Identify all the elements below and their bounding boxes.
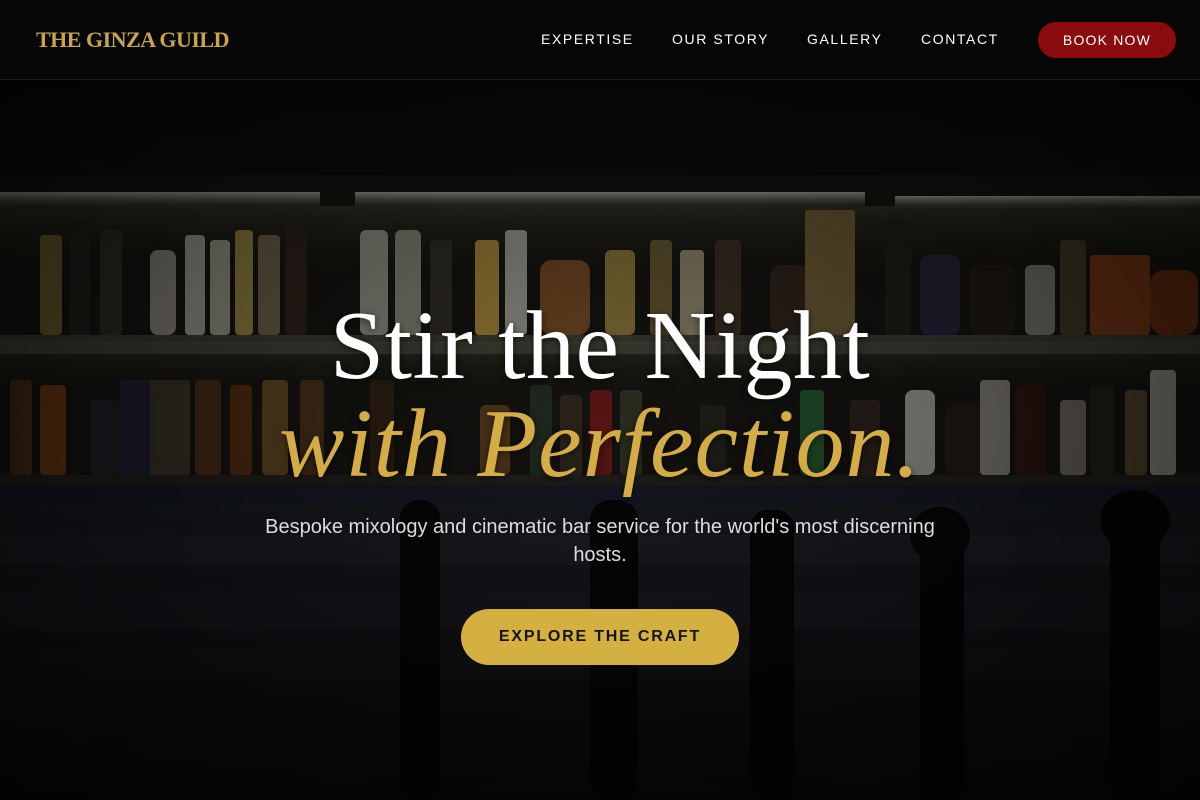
hero-title-line1: Stir the Night	[329, 292, 871, 400]
nav-contact[interactable]: CONTACT	[921, 31, 999, 47]
nav-gallery[interactable]: GALLERY	[807, 31, 883, 47]
hero-title-line2: with Perfection.	[279, 390, 921, 498]
explore-craft-button[interactable]: EXPLORE THE CRAFT	[461, 609, 739, 665]
nav-expertise[interactable]: EXPERTISE	[541, 31, 634, 47]
main-nav: EXPERTISE OUR STORY GALLERY CONTACT BOOK…	[0, 0, 1200, 80]
nav-our-story[interactable]: OUR STORY	[672, 31, 769, 47]
landing-page: Stir the Night with Perfection. Bespoke …	[0, 0, 1200, 800]
book-now-button[interactable]: BOOK NOW	[1038, 22, 1176, 58]
hero-subtitle: Bespoke mixology and cinematic bar servi…	[265, 516, 935, 566]
site-header: THE GINZA GUILD EXPERTISE OUR STORY GALL…	[0, 0, 1200, 80]
